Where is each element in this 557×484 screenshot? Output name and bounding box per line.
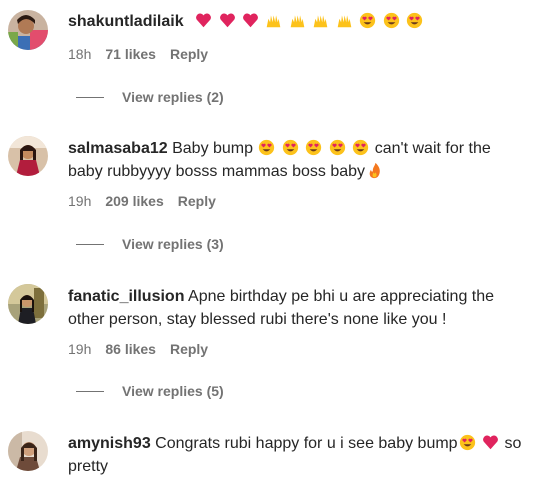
avatar[interactable] xyxy=(8,431,48,471)
divider-line xyxy=(76,390,104,392)
comment-text: shakuntladilaik xyxy=(68,10,557,33)
view-replies-button[interactable]: View replies (5) xyxy=(76,383,224,399)
comment-username[interactable]: salmasaba12 xyxy=(68,140,168,157)
reply-button[interactable]: Reply xyxy=(170,46,208,62)
comment-body-start: Congrats rubi happy for u i see baby bum… xyxy=(155,435,458,452)
avatar[interactable] xyxy=(8,136,48,176)
comment-meta: 19h 209 likes Reply xyxy=(68,193,216,209)
likes-count[interactable]: 209 likes xyxy=(105,193,163,209)
heart-eyes-icon xyxy=(259,139,275,156)
red-heart-icon xyxy=(243,13,258,28)
heart-eyes-icon xyxy=(383,12,399,29)
comment-meta: 19h 86 likes Reply xyxy=(68,341,208,357)
view-replies-label: View replies (2) xyxy=(122,89,224,105)
heart-eyes-icon xyxy=(306,139,322,156)
comment-body-line2: pretty xyxy=(68,458,109,475)
raising-hands-icon xyxy=(314,15,328,28)
fire-icon xyxy=(369,162,380,179)
heart-eyes-icon xyxy=(360,12,376,29)
divider-line xyxy=(76,243,104,245)
comment-text: salmasaba12 Baby bump can't wait for the… xyxy=(68,137,557,183)
comment-text: fanatic_illusion Apne birthday pe bhi u … xyxy=(68,285,557,331)
view-replies-button[interactable]: View replies (2) xyxy=(76,89,224,105)
heart-eyes-icon xyxy=(282,139,299,156)
view-replies-label: View replies (3) xyxy=(122,236,224,252)
comment-username[interactable]: amynish93 xyxy=(68,435,151,452)
comment-username[interactable]: fanatic_illusion xyxy=(68,288,184,305)
raising-hands-icon xyxy=(337,15,352,28)
comment-emojis xyxy=(194,12,424,30)
avatar[interactable] xyxy=(8,284,48,324)
red-heart-icon xyxy=(219,13,235,28)
comment-username[interactable]: shakuntladilaik xyxy=(68,13,184,30)
comment-timestamp: 19h xyxy=(68,341,92,357)
view-replies-button[interactable]: View replies (3) xyxy=(76,236,224,252)
comment-body-line2: baby rubbyyyy bosss mammas boss baby xyxy=(68,163,366,180)
red-heart-icon xyxy=(483,435,498,450)
comment-body-end: so xyxy=(504,435,522,452)
likes-count[interactable]: 71 likes xyxy=(105,46,156,62)
raising-hands-icon xyxy=(290,15,305,28)
comment-body-end: can't wait for the xyxy=(374,140,491,157)
heart-eyes-icon xyxy=(459,434,475,451)
comment-timestamp: 19h xyxy=(68,193,92,209)
comment-meta: 18h 71 likes Reply xyxy=(68,46,208,62)
likes-count[interactable]: 86 likes xyxy=(105,341,156,357)
divider-line xyxy=(76,96,104,98)
comment-text: amynish93 Congrats rubi happy for u i se… xyxy=(68,432,557,478)
comment-timestamp: 18h xyxy=(68,46,92,62)
raising-hands-icon xyxy=(267,15,281,28)
comment-body-start: Baby bump xyxy=(172,140,254,157)
red-heart-icon xyxy=(196,13,211,28)
comment-body-start: Apne birthday pe bhi u are appreciating … xyxy=(188,288,495,305)
heart-eyes-icon xyxy=(406,12,423,29)
reply-button[interactable]: Reply xyxy=(170,341,208,357)
comment-body-line2: other person, stay blessed rubi there's … xyxy=(68,311,447,328)
heart-eyes-icon xyxy=(353,139,369,156)
avatar[interactable] xyxy=(8,10,48,50)
heart-eyes-icon xyxy=(329,139,345,156)
view-replies-label: View replies (5) xyxy=(122,383,224,399)
reply-button[interactable]: Reply xyxy=(178,193,216,209)
